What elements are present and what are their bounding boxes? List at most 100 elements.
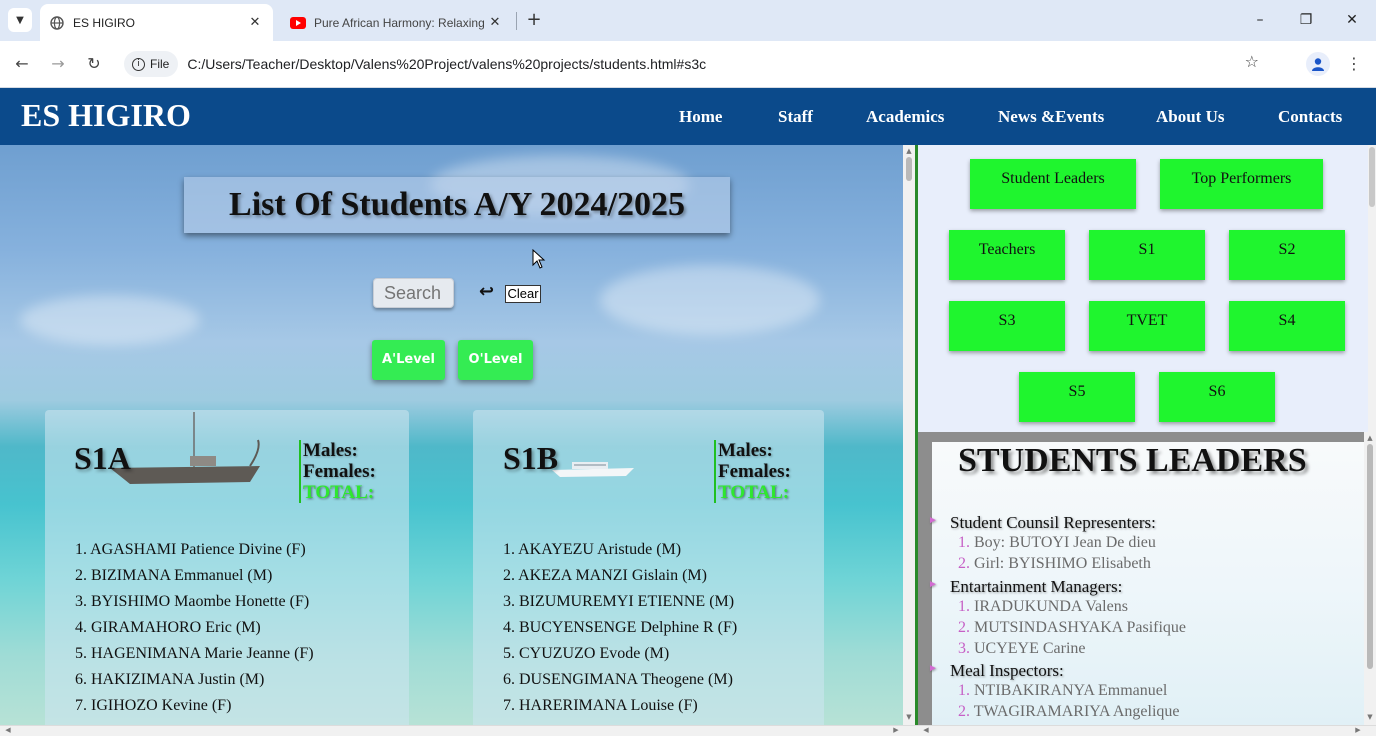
s5-button[interactable]: S5	[1019, 372, 1135, 422]
a-level-button[interactable]: A'Level	[372, 340, 445, 380]
member-number: 1.	[958, 682, 974, 699]
scroll-down-icon[interactable]: ▼	[903, 713, 915, 721]
clear-button[interactable]: Clear	[505, 285, 541, 303]
student-item: 5. CYUZUZO Evode (M)	[503, 645, 670, 662]
males-label: Males:	[718, 440, 773, 461]
nav-home[interactable]: Home	[679, 107, 722, 127]
mouse-cursor-icon	[532, 249, 546, 269]
scroll-right-icon[interactable]: ▶	[1352, 726, 1364, 734]
nav-panel-scrollbar[interactable]	[1368, 145, 1376, 432]
student-list: 1. AKAYEZU Aristude (M) 2. AKEZA MANZI G…	[503, 538, 737, 720]
member-name: Girl: BYISHIMO Elisabeth	[974, 555, 1151, 572]
student-leaders-button[interactable]: Student Leaders	[970, 159, 1136, 209]
site-header: ES HIGIRO Home Staff Academics News &Eve…	[0, 88, 1376, 145]
s4-button[interactable]: S4	[1229, 301, 1345, 351]
class-card-s1a: S1A Males: Females: TOTAL: 1. AGASHAMI P…	[45, 410, 409, 725]
student-item: 2. BIZIMANA Emmanuel (M)	[75, 567, 273, 584]
student-item: 1. AGASHAMI Patience Divine (F)	[75, 541, 306, 558]
background-cloud	[600, 265, 820, 335]
reload-icon[interactable]: ↻	[81, 52, 107, 76]
profile-icon[interactable]	[1306, 52, 1330, 76]
member-name: NTIBAKIRANYA Emmanuel	[974, 682, 1168, 699]
browser-toolbar: ← → ↻ i File C:/Users/Teacher/Desktop/Va…	[0, 41, 1376, 88]
total-label: TOTAL:	[303, 482, 375, 503]
scrollbar-thumb[interactable]	[1367, 444, 1373, 669]
globe-icon	[49, 15, 65, 31]
menu-kebab-icon[interactable]: ⋮	[1342, 52, 1366, 76]
horizontal-scrollbar[interactable]: ◀ ▶ ◀ ▶	[0, 725, 1376, 736]
males-label: Males:	[303, 440, 358, 461]
site-title[interactable]: ES HIGIRO	[21, 97, 191, 134]
page-heading: List Of Students A/Y 2024/2025	[229, 186, 685, 223]
females-label: Females:	[303, 461, 376, 482]
leaders-scrollbar[interactable]: ▲ ▼	[1364, 432, 1376, 725]
close-tab-icon[interactable]: ✕	[485, 15, 505, 30]
member-number: 2.	[958, 703, 974, 720]
member-name: MUTSINDASHYAKA Pasifique	[974, 619, 1187, 636]
scrollbar-thumb[interactable]	[906, 157, 912, 181]
member-item: 1. NTIBAKIRANYA Emmanuel	[958, 682, 1167, 700]
member-name: IRADUKUNDA Valens	[974, 598, 1128, 615]
nav-academics[interactable]: Academics	[866, 107, 944, 127]
close-window-icon[interactable]: ✕	[1337, 8, 1367, 32]
search-input[interactable]	[373, 278, 454, 308]
browser-tab-bar: ▼ ES HIGIRO ✕ Pure African Harmony: Rela…	[0, 0, 1376, 41]
student-item: 6. DUSENGIMANA Theogene (M)	[503, 671, 733, 688]
student-item: 3. BYISHIMO Maombe Honette (F)	[75, 593, 310, 610]
forward-icon[interactable]: →	[45, 52, 71, 76]
chip-label: File	[150, 57, 170, 71]
top-performers-button[interactable]: Top Performers	[1160, 159, 1323, 209]
page-heading-box: List Of Students A/Y 2024/2025	[184, 177, 730, 233]
scrollbar-thumb[interactable]	[1369, 147, 1375, 207]
member-item: 2. TWAGIRAMARIYA Angelique	[958, 703, 1179, 721]
nav-about-us[interactable]: About Us	[1156, 107, 1225, 127]
close-tab-icon[interactable]: ✕	[245, 15, 265, 30]
background-cloud	[20, 295, 200, 345]
member-item: 3. UCYEYE Carine	[958, 640, 1086, 658]
o-level-button[interactable]: O'Level	[458, 340, 533, 380]
student-item: 5. HAGENIMANA Marie Jeanne (F)	[75, 645, 314, 662]
tab-search-dropdown-icon[interactable]: ▼	[8, 8, 32, 32]
females-label: Females:	[718, 461, 791, 482]
url-text[interactable]: C:/Users/Teacher/Desktop/Valens%20Projec…	[187, 56, 706, 72]
tab-es-higiro[interactable]: ES HIGIRO ✕	[40, 4, 273, 41]
class-title: S1A	[74, 440, 131, 476]
nav-news-events[interactable]: News &Events	[998, 107, 1104, 127]
scroll-up-icon[interactable]: ▲	[1364, 434, 1376, 442]
bookmark-star-icon[interactable]: ☆	[1245, 52, 1259, 71]
teachers-button[interactable]: Teachers	[949, 230, 1065, 280]
role-label: Entartainment Managers:	[950, 577, 1123, 596]
nav-staff[interactable]: Staff	[778, 107, 813, 127]
scroll-left-icon[interactable]: ◀	[2, 726, 14, 734]
scroll-down-icon[interactable]: ▼	[1364, 713, 1376, 721]
member-number: 2.	[958, 619, 974, 636]
scroll-left-icon[interactable]: ◀	[920, 726, 932, 734]
tab-youtube[interactable]: Pure African Harmony: Relaxing ✕	[281, 4, 513, 41]
student-item: 7. HARERIMANA Louise (F)	[503, 697, 698, 714]
yacht-illustration	[552, 462, 634, 477]
role-heading: ► Meal Inspectors:	[928, 661, 1064, 681]
main-scrollbar[interactable]: ▲ ▼	[903, 145, 915, 725]
minimize-icon[interactable]: –	[1245, 8, 1275, 32]
new-tab-icon[interactable]: +	[523, 8, 545, 32]
youtube-icon	[290, 15, 306, 31]
class-card-s1b: S1B Males: Females: TOTAL: 1. AKAYEZU Ar…	[473, 410, 824, 725]
s1-button[interactable]: S1	[1089, 230, 1205, 280]
tvet-button[interactable]: TVET	[1089, 301, 1205, 351]
nav-contacts[interactable]: Contacts	[1278, 107, 1342, 127]
back-icon[interactable]: ←	[9, 52, 35, 76]
address-bar[interactable]: i File C:/Users/Teacher/Desktop/Valens%2…	[121, 47, 1289, 81]
class-nav-panel: Student Leaders Top Performers Teachers …	[918, 145, 1368, 432]
scroll-right-icon[interactable]: ▶	[890, 726, 902, 734]
students-leaders-panel: STUDENTS LEADERS ► Student Counsil Repre…	[918, 432, 1364, 725]
site-info-chip[interactable]: i File	[124, 51, 179, 77]
member-number: 2.	[958, 555, 974, 572]
s3-button[interactable]: S3	[949, 301, 1065, 351]
restore-icon[interactable]: ❐	[1291, 8, 1321, 32]
s2-button[interactable]: S2	[1229, 230, 1345, 280]
scroll-up-icon[interactable]: ▲	[903, 147, 915, 155]
member-item: 2. Girl: BYISHIMO Elisabeth	[958, 555, 1151, 573]
member-number: 1.	[958, 598, 974, 615]
info-icon: i	[132, 57, 145, 71]
s6-button[interactable]: S6	[1159, 372, 1275, 422]
